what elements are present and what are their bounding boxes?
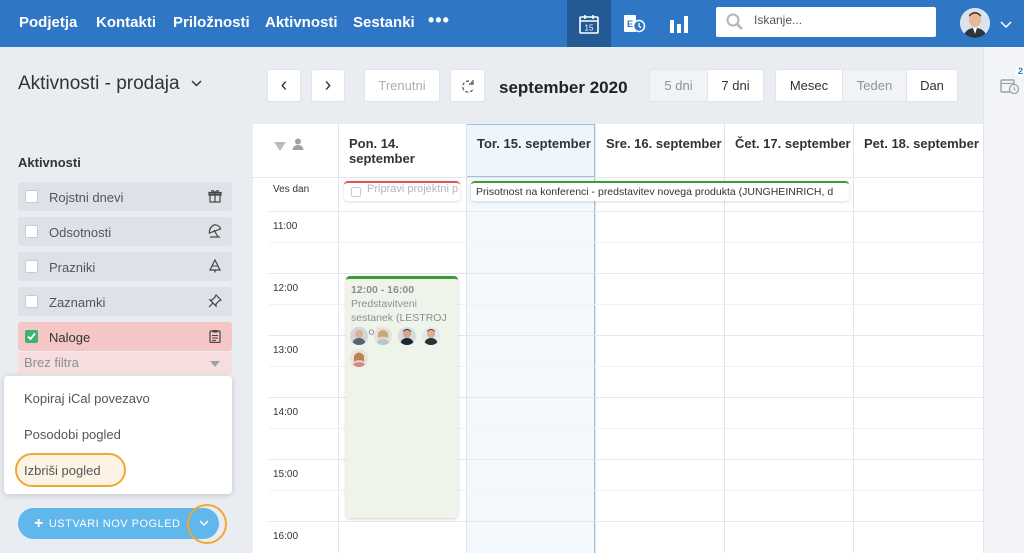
plus-icon: + (34, 514, 44, 532)
top-navigation: Podjetja Kontakti Priložnosti Aktivnosti… (0, 0, 1024, 47)
filter-item-bookmarks[interactable]: Zaznamki (18, 287, 232, 316)
refresh-icon (461, 79, 474, 93)
search-icon (726, 13, 744, 36)
time-label: 12:00 (273, 283, 299, 294)
time-label: 15:00 (273, 469, 299, 480)
filter-item-tasks[interactable]: Naloge (18, 322, 232, 351)
today-button[interactable]: Trenutni (364, 69, 440, 102)
day-header-mon[interactable]: Pon. 14. september (349, 136, 415, 166)
calendar-grid: Pon. 14. september Tor. 15. september Sr… (253, 124, 983, 553)
prev-button[interactable]: ‹ (267, 69, 301, 102)
tree-icon (208, 258, 222, 278)
conference-event[interactable]: Prisotnost na konferenci - predstavitev … (471, 181, 849, 201)
next-button[interactable]: › (311, 69, 345, 102)
caret-down-icon (210, 361, 220, 367)
attendee-avatar[interactable] (350, 327, 368, 345)
current-month-label: september 2020 (499, 78, 628, 97)
day-view-button[interactable]: Dan (906, 69, 958, 102)
checkbox[interactable] (25, 295, 38, 308)
filter-funnel-icon[interactable] (274, 139, 286, 157)
attendee-avatar[interactable] (422, 327, 440, 345)
view-title-dropdown[interactable]: Aktivnosti - prodaja (18, 73, 202, 95)
checkbox-checked[interactable] (25, 330, 38, 343)
nav-item-priloznosti[interactable]: Priložnosti (173, 14, 250, 31)
time-label: 16:00 (273, 531, 299, 542)
svg-text:E: E (627, 19, 633, 29)
page-title: Aktivnosti - prodaja (18, 73, 180, 94)
meeting-event[interactable]: 12:00 - 16:00 Predstavitveni sestanek (L… (346, 276, 458, 518)
checkbox[interactable] (25, 190, 38, 203)
task-event[interactable]: Pripravi projektni p (344, 181, 460, 201)
month-view-button[interactable]: Mesec (775, 69, 843, 102)
nav-item-kontakti[interactable]: Kontakti (96, 14, 156, 31)
attendee-avatar[interactable] (350, 349, 368, 367)
exchange-calendar-icon[interactable]: E (612, 0, 656, 47)
attendee-avatar[interactable] (398, 327, 416, 345)
event-time: 12:00 - 16:00 (351, 284, 415, 296)
umbrella-icon (208, 224, 222, 243)
time-label: 11:00 (273, 221, 298, 232)
day-header-tue[interactable]: Tor. 15. september (477, 136, 591, 151)
clipboard-icon (208, 329, 222, 348)
task-checkbox[interactable] (351, 187, 361, 197)
day-header-thu[interactable]: Čet. 17. september (735, 136, 851, 151)
task-title: Pripravi projektni p (367, 183, 459, 195)
calendar-toolbar: Aktivnosti - prodaja ‹ › Trenutni septem… (0, 47, 983, 124)
gift-icon (208, 189, 222, 208)
menu-item-copy-ical[interactable]: Kopiraj iCal povezavo (24, 391, 150, 406)
menu-item-delete-view[interactable]: Izbriši pogled (24, 463, 101, 478)
user-avatar[interactable] (960, 8, 990, 38)
filter-item-absences[interactable]: Odsotnosti (18, 217, 232, 246)
reports-chart-icon[interactable] (657, 0, 701, 47)
task-filter-select[interactable]: Brez filtra (18, 352, 232, 374)
checkbox[interactable] (25, 225, 38, 238)
time-label: 14:00 (273, 407, 299, 418)
five-days-button[interactable]: 5 dni (649, 69, 708, 102)
nav-item-sestanki[interactable]: Sestanki (353, 14, 415, 31)
menu-item-update-view[interactable]: Posodobi pogled (24, 427, 121, 442)
more-menu-icon[interactable]: ••• (428, 10, 450, 31)
view-options-menu: Kopiraj iCal povezavo Posodobi pogled Iz… (4, 376, 232, 494)
filter-item-birthdays[interactable]: Rojstni dnevi (18, 182, 232, 211)
notification-badge: 2 (1015, 66, 1024, 77)
highlight-ring (187, 504, 227, 544)
chevron-down-icon (191, 80, 202, 88)
day-header-wed[interactable]: Sre. 16. september (606, 136, 722, 151)
filter-label: Rojstni dnevi (49, 190, 124, 205)
filter-select-value: Brez filtra (24, 355, 79, 370)
chevron-down-icon[interactable] (1000, 16, 1012, 34)
seven-days-button[interactable]: 7 dni (707, 69, 764, 102)
pin-icon (208, 293, 223, 313)
calendar-clock-icon[interactable] (1000, 77, 1020, 100)
time-label: 13:00 (273, 345, 299, 356)
calendar-icon[interactable]: 15 (567, 0, 611, 47)
day-header-fri[interactable]: Pet. 18. september (864, 136, 979, 151)
create-view-button[interactable]: + USTVARI NOV POGLED (18, 508, 194, 539)
all-day-label: Ves dan (273, 184, 310, 195)
attendee-avatar[interactable] (374, 327, 392, 345)
filter-label: Zaznamki (49, 295, 106, 310)
svg-text:15: 15 (585, 23, 594, 32)
checkbox[interactable] (25, 260, 38, 273)
nav-item-aktivnosti[interactable]: Aktivnosti (265, 14, 338, 31)
sidebar-heading: Aktivnosti (18, 155, 81, 170)
week-view-button[interactable]: Teden (842, 69, 907, 102)
event-title: Prisotnost na konferenci - predstavitev … (476, 186, 834, 198)
filter-label: Odsotnosti (49, 225, 112, 240)
create-view-label: USTVARI NOV POGLED (48, 517, 181, 530)
refresh-button[interactable] (450, 69, 485, 102)
filter-item-holidays[interactable]: Prazniki (18, 252, 232, 281)
search-input[interactable] (754, 13, 924, 27)
right-side-panel: 2 (983, 47, 1024, 553)
filter-label: Prazniki (49, 260, 96, 275)
search-field[interactable] (716, 7, 936, 37)
nav-item-podjetja[interactable]: Podjetja (19, 14, 77, 31)
user-icon[interactable] (292, 137, 304, 155)
filter-label: Naloge (49, 330, 91, 345)
